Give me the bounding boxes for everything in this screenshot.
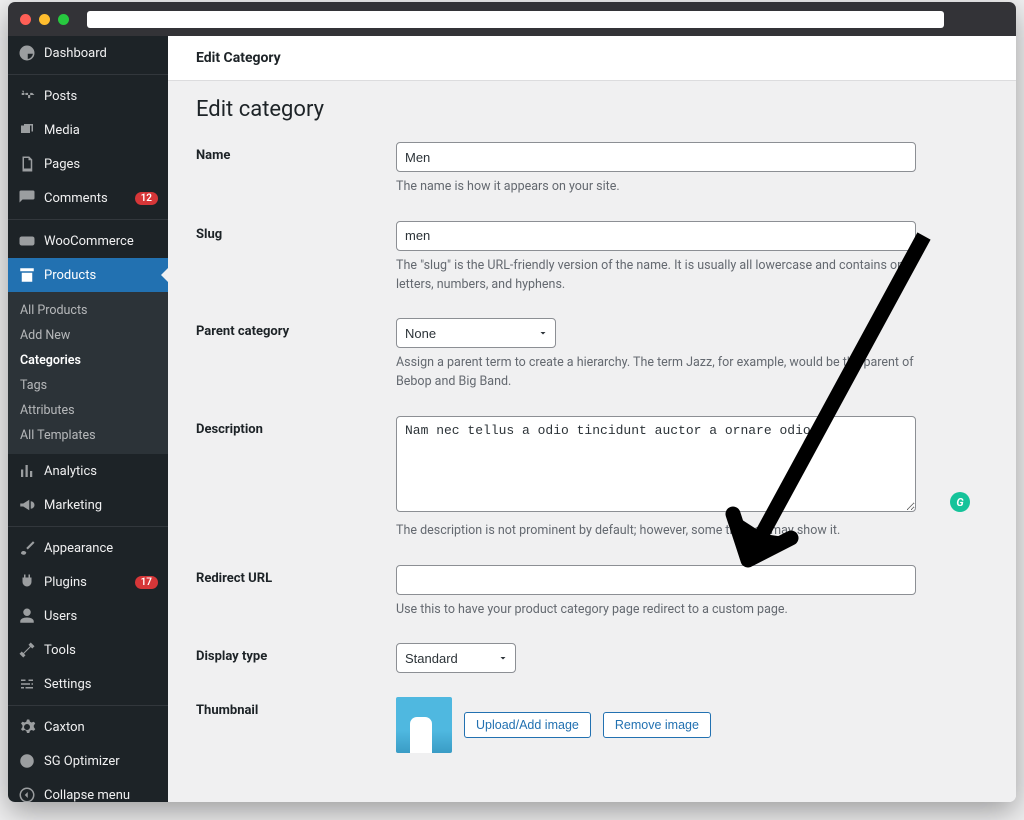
slug-input[interactable] <box>396 221 916 251</box>
page-header-title: Edit Category <box>196 50 988 66</box>
sidebar-item-label: Analytics <box>44 464 158 479</box>
name-helper: The name is how it appears on your site. <box>396 178 916 197</box>
name-label: Name <box>196 142 396 163</box>
thumbnail-label: Thumbnail <box>196 697 396 718</box>
sidebar-item-collapse[interactable]: Collapse menu <box>8 778 168 802</box>
brush-icon <box>18 539 36 557</box>
page-icon <box>18 155 36 173</box>
sidebar-item-label: Users <box>44 609 158 624</box>
sidebar-item-label: WooCommerce <box>44 234 158 249</box>
slug-helper: The "slug" is the URL-friendly version o… <box>396 257 916 295</box>
plug-icon <box>18 573 36 591</box>
redirect-input[interactable] <box>396 565 916 595</box>
sidebar-item-settings[interactable]: Settings <box>8 667 168 701</box>
sidebar-item-label: Dashboard <box>44 46 158 61</box>
parent-helper: Assign a parent term to create a hierarc… <box>396 354 916 392</box>
sidebar-item-analytics[interactable]: Analytics <box>8 454 168 488</box>
submenu-add-new[interactable]: Add New <box>8 323 168 348</box>
redirect-label: Redirect URL <box>196 565 396 586</box>
title-bar <box>8 2 1016 36</box>
sidebar-item-label: Settings <box>44 677 158 692</box>
submenu-all-products[interactable]: All Products <box>8 298 168 323</box>
page-title: Edit category <box>196 97 988 122</box>
gear-icon <box>18 718 36 736</box>
sidebar-item-comments[interactable]: Comments 12 <box>8 181 168 215</box>
url-bar[interactable] <box>87 11 944 28</box>
sidebar-item-label: Caxton <box>44 720 158 735</box>
parent-select[interactable]: None <box>396 318 556 348</box>
collapse-icon <box>18 786 36 802</box>
sidebar-item-marketing[interactable]: Marketing <box>8 488 168 522</box>
remove-image-button[interactable]: Remove image <box>603 712 711 738</box>
display-type-select[interactable]: Standard <box>396 643 516 673</box>
settings-icon <box>18 675 36 693</box>
grammarly-icon[interactable]: G <box>950 492 970 512</box>
submenu-tags[interactable]: Tags <box>8 373 168 398</box>
description-textarea[interactable] <box>396 416 916 512</box>
woo-icon <box>18 232 36 250</box>
megaphone-icon <box>18 496 36 514</box>
comments-badge: 12 <box>135 192 158 205</box>
sidebar-item-users[interactable]: Users <box>8 599 168 633</box>
sidebar-item-media[interactable]: Media <box>8 113 168 147</box>
sidebar-item-pages[interactable]: Pages <box>8 147 168 181</box>
sidebar-item-caxton[interactable]: Caxton <box>8 710 168 744</box>
sidebar-item-woocommerce[interactable]: WooCommerce <box>8 224 168 258</box>
chart-icon <box>18 462 36 480</box>
user-icon <box>18 607 36 625</box>
upload-image-button[interactable]: Upload/Add image <box>464 712 591 738</box>
products-submenu: All Products Add New Categories Tags Att… <box>8 292 168 454</box>
browser-window: Dashboard Posts Media Pages Comments 12 <box>8 2 1016 802</box>
sidebar-item-label: Media <box>44 123 158 138</box>
sidebar-item-tools[interactable]: Tools <box>8 633 168 667</box>
dashboard-icon <box>18 44 36 62</box>
sidebar-item-posts[interactable]: Posts <box>8 79 168 113</box>
admin-sidebar: Dashboard Posts Media Pages Comments 12 <box>8 36 168 802</box>
sidebar-item-products[interactable]: Products <box>8 258 168 292</box>
page-header: Edit Category <box>168 36 1016 81</box>
sidebar-item-label: Posts <box>44 89 158 104</box>
sidebar-item-label: Comments <box>44 191 127 206</box>
thumbnail-preview[interactable] <box>396 697 452 753</box>
sidebar-item-label: Appearance <box>44 541 158 556</box>
sidebar-item-dashboard[interactable]: Dashboard <box>8 36 168 70</box>
close-icon[interactable] <box>20 14 31 25</box>
sidebar-item-label: Products <box>44 268 158 283</box>
wrench-icon <box>18 641 36 659</box>
sidebar-item-label: Collapse menu <box>44 788 158 803</box>
sidebar-item-label: Plugins <box>44 575 127 590</box>
content-area: Edit Category Edit category Name The nam… <box>168 36 1016 802</box>
submenu-categories[interactable]: Categories <box>8 348 168 373</box>
archive-icon <box>18 266 36 284</box>
sidebar-item-label: SG Optimizer <box>44 754 158 769</box>
sidebar-item-sg-optimizer[interactable]: SG Optimizer <box>8 744 168 778</box>
sidebar-item-plugins[interactable]: Plugins 17 <box>8 565 168 599</box>
minimize-icon[interactable] <box>39 14 50 25</box>
media-icon <box>18 121 36 139</box>
display-type-label: Display type <box>196 643 396 664</box>
sidebar-item-appearance[interactable]: Appearance <box>8 531 168 565</box>
slug-label: Slug <box>196 221 396 242</box>
submenu-attributes[interactable]: Attributes <box>8 398 168 423</box>
plugins-badge: 17 <box>135 576 158 589</box>
parent-label: Parent category <box>196 318 396 339</box>
description-label: Description <box>196 416 396 437</box>
comment-icon <box>18 189 36 207</box>
sidebar-item-label: Marketing <box>44 498 158 513</box>
redirect-helper: Use this to have your product category p… <box>396 601 916 620</box>
sidebar-item-label: Pages <box>44 157 158 172</box>
pin-icon <box>18 87 36 105</box>
maximize-icon[interactable] <box>58 14 69 25</box>
sg-icon <box>18 752 36 770</box>
sidebar-item-label: Tools <box>44 643 158 658</box>
name-input[interactable] <box>396 142 916 172</box>
description-helper: The description is not prominent by defa… <box>396 522 916 541</box>
submenu-all-templates[interactable]: All Templates <box>8 423 168 448</box>
